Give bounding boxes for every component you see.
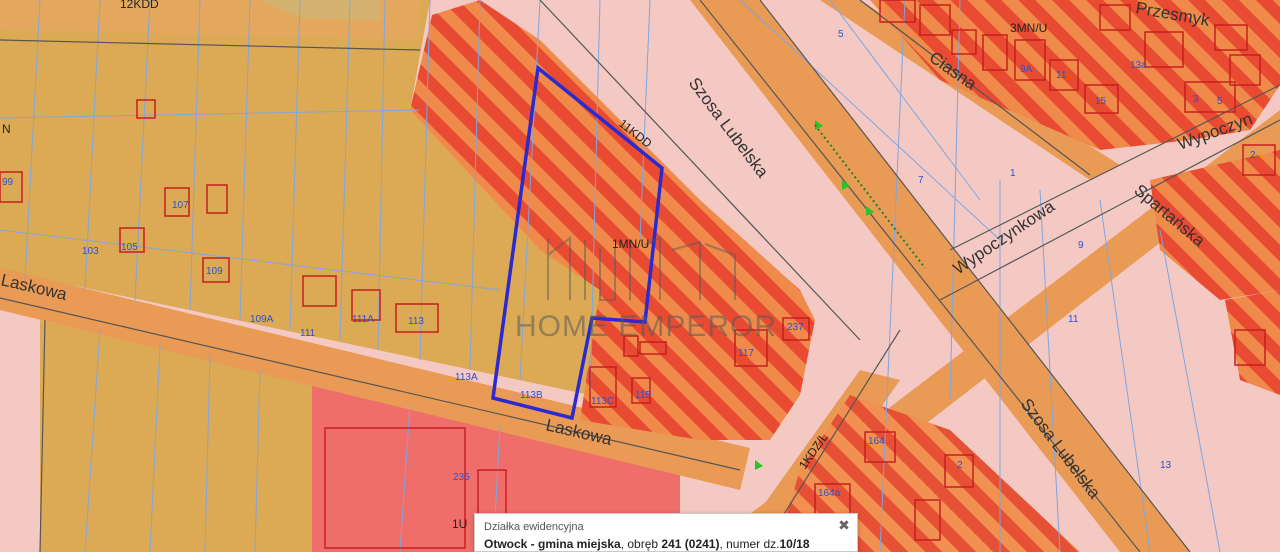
parcel-9: 9: [1078, 240, 1084, 251]
parcel-13: 13: [1160, 460, 1172, 471]
zone-label-3mnu: 3MN/U: [1010, 21, 1047, 35]
parcel-5-east: 5: [1217, 96, 1223, 107]
popup-location: Otwock - gmina miejska: [484, 537, 621, 551]
parcel-113b: 113B: [520, 390, 543, 401]
parcel-117: 117: [738, 348, 754, 359]
parcel-113: 113: [408, 316, 424, 327]
parcel-111a: 111A: [352, 314, 374, 325]
parcel-107: 107: [172, 200, 189, 211]
parcel-99: 99: [2, 177, 14, 188]
zone-label-12kdd: 12KDD: [120, 0, 159, 11]
parcel-105: 105: [121, 242, 138, 253]
parcel-111: 111: [300, 328, 316, 339]
parcel-11: 11: [1068, 314, 1079, 325]
parcel-2-east: 2: [1250, 150, 1256, 161]
popup-title: Działka ewidencyjna: [484, 521, 584, 533]
popup-obreb-value: 241 (0241): [661, 537, 720, 551]
parcel-9a: 9A: [1020, 64, 1033, 75]
parcel-info-popup: Działka ewidencyjna Otwock - gmina miejs…: [474, 513, 858, 552]
parcel-11-north: 11: [1056, 70, 1067, 81]
parcel-113c: 113C: [591, 396, 614, 407]
parcel-237: 237: [787, 322, 804, 333]
parcel-115: 115: [635, 390, 651, 401]
zone-label-n: N: [2, 122, 11, 136]
zone-label-1u: 1U: [452, 517, 467, 531]
popup-obreb-label: , obręb: [620, 537, 659, 551]
parcel-13a: 13a: [1130, 60, 1147, 71]
parcel-2: 2: [957, 460, 963, 471]
parcel-109a: 109A: [250, 314, 274, 325]
parcel-109: 109: [206, 266, 223, 277]
parcel-164: 164: [868, 436, 885, 447]
parcel-235: 235: [453, 472, 470, 483]
parcel-7: 7: [918, 175, 924, 186]
parcel-103: 103: [82, 246, 99, 257]
zoning-map[interactable]: HOME EMPEROR Szosa Lubelska Szosa Lubels…: [0, 0, 1280, 552]
close-icon[interactable]: ✖: [836, 517, 852, 533]
parcel-3: 3: [1193, 94, 1199, 105]
parcel-5: 5: [838, 29, 844, 40]
popup-description: Otwock - gmina miejska, obręb 241 (0241)…: [484, 537, 810, 551]
popup-numer-label: , numer dz.: [719, 537, 780, 551]
parcel-113a: 113A: [455, 372, 478, 383]
popup-numer-value: 10/18: [779, 537, 810, 551]
parcel-1: 1: [1010, 168, 1016, 179]
zone-label-1mnu: 1MN/U: [612, 237, 649, 251]
parcel-15: 15: [1095, 96, 1107, 107]
watermark-text: HOME EMPEROR: [515, 310, 777, 343]
parcel-164a: 164a: [818, 488, 841, 499]
